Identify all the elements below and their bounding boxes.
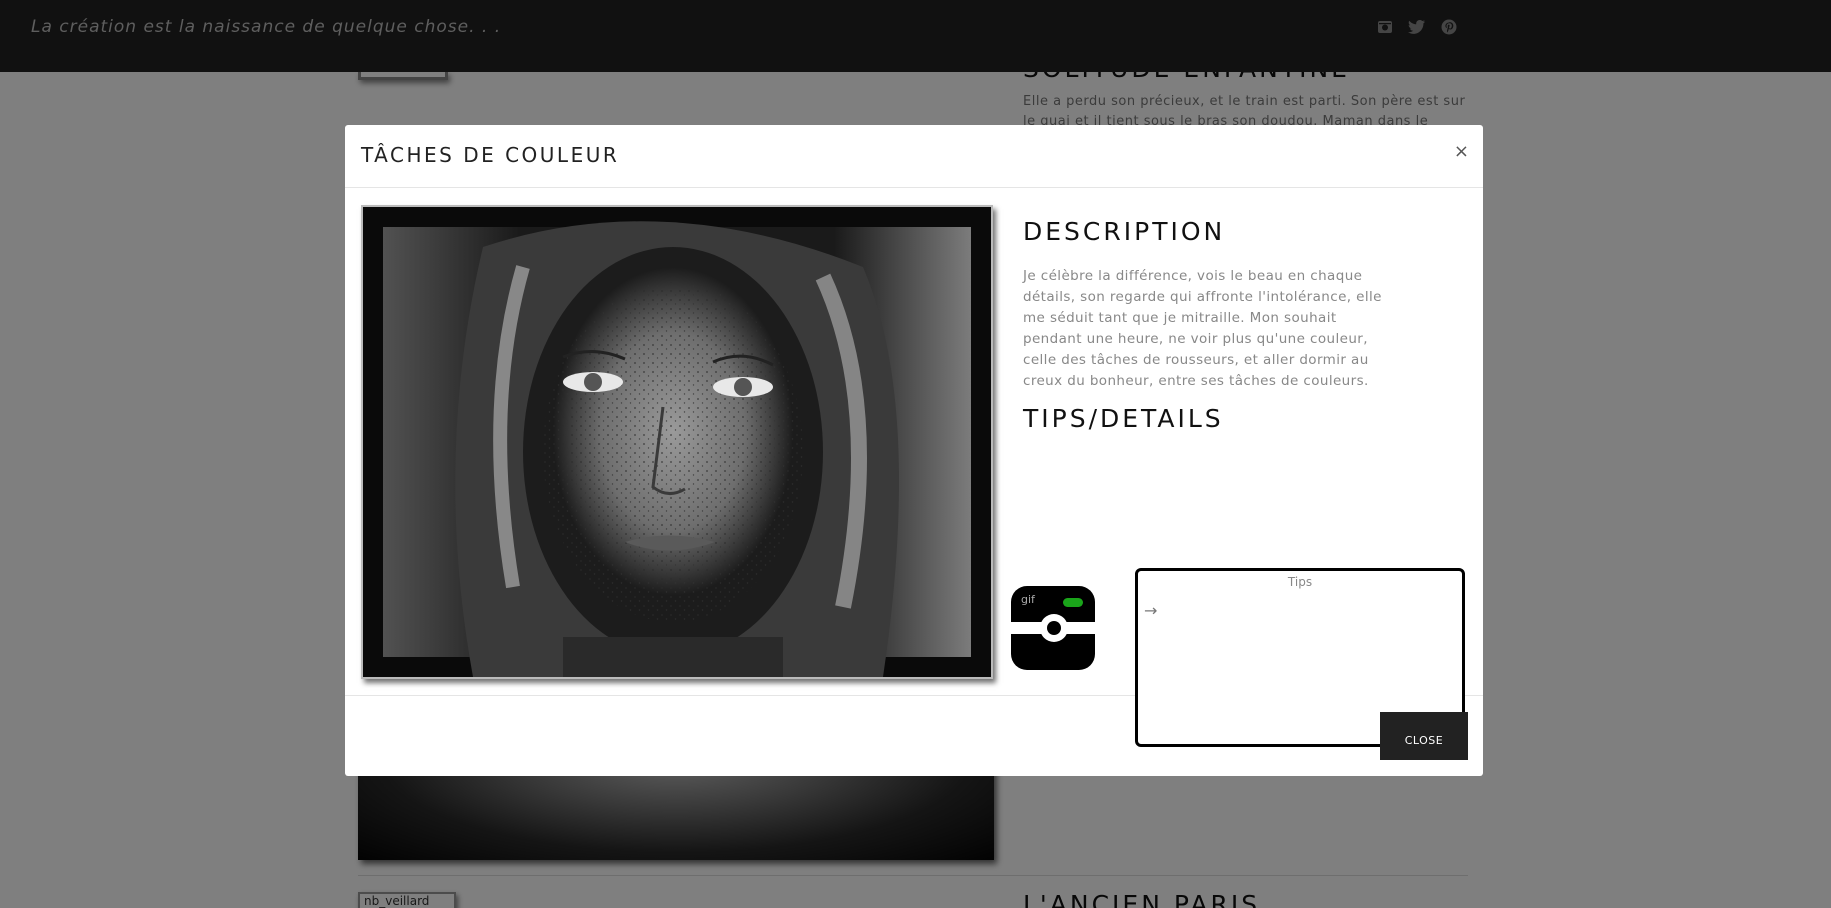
tips-heading: TIPS/DETAILS [1023,404,1224,433]
modal-title: TÂCHES DE COULEUR [361,143,620,167]
camera-lens-icon [1040,614,1068,642]
modal-header: TÂCHES DE COULEUR × [345,125,1483,188]
close-icon[interactable]: × [1454,141,1469,162]
close-button[interactable]: CLOSE [1380,712,1468,760]
image-modal: TÂCHES DE COULEUR × DESCRIPTION Je célèb… [345,125,1483,776]
description-heading: DESCRIPTION [1023,217,1226,246]
arrow-right-icon[interactable]: → [1144,601,1157,620]
camera-led [1063,598,1083,607]
tips-label: Tips [1287,575,1313,589]
camera-broken-image: gif [1021,594,1035,606]
description-text: Je célèbre la différence, vois le beau e… [1023,268,1382,389]
portrait-photo [361,205,993,679]
camera-app-icon[interactable]: gif [1011,586,1095,670]
